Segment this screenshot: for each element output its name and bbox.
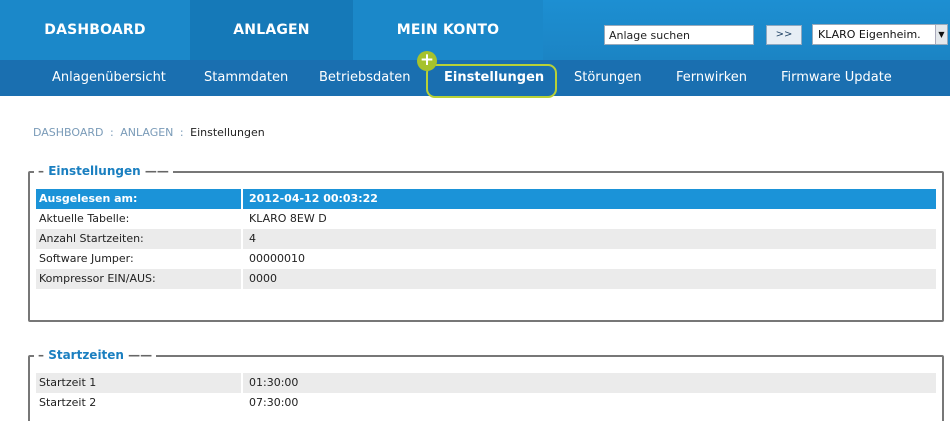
table-row: Startzeit 1 01:30:00 (36, 373, 936, 393)
breadcrumb-separator: : (110, 126, 114, 139)
row-label: Ausgelesen am: (36, 189, 241, 209)
tab-mein-konto[interactable]: MEIN KONTO (353, 0, 543, 60)
einstellungen-table: Ausgelesen am: 2012-04-12 00:03:22 Aktue… (36, 189, 936, 289)
startzeiten-legend: – Startzeiten —— (34, 348, 157, 362)
row-label: Software Jumper: (39, 252, 134, 265)
breadcrumb-current: Einstellungen (190, 126, 265, 139)
startzeiten-table: Startzeit 1 01:30:00 Startzeit 2 07:30:0… (36, 373, 936, 413)
row-value: KLARO 8EW D (249, 212, 327, 225)
table-row: Anzahl Startzeiten: 4 (36, 229, 936, 249)
chevron-down-icon[interactable]: ▼ (935, 25, 947, 44)
row-value: 4 (243, 229, 936, 249)
account-select[interactable]: KLARO Eigenheim. ▼ (812, 24, 948, 45)
row-value: 07:30:00 (249, 396, 299, 409)
row-label: Startzeit 2 (39, 396, 97, 409)
subnav-betriebsdaten[interactable]: Betriebsdaten (319, 60, 411, 96)
row-value: 0000 (243, 269, 936, 289)
startzeiten-panel: – Startzeiten —— Startzeit 1 01:30:00 St… (28, 348, 944, 421)
row-value: 00000010 (249, 252, 305, 265)
table-row: Kompressor EIN/AUS: 0000 (36, 269, 936, 289)
subnav-anlagenuebersicht[interactable]: Anlagenübersicht (52, 60, 166, 96)
subnav-stammdaten[interactable]: Stammdaten (204, 60, 288, 96)
search-button[interactable]: >> (766, 25, 802, 45)
row-label: Kompressor EIN/AUS: (36, 269, 241, 289)
account-select-value: KLARO Eigenheim. (818, 28, 921, 41)
einstellungen-legend: – Einstellungen —— (34, 164, 173, 178)
tab-anlagen[interactable]: ANLAGEN (190, 0, 353, 60)
subnav-fernwirken[interactable]: Fernwirken (676, 60, 747, 96)
row-label: Startzeit 1 (36, 373, 241, 393)
search-input[interactable] (604, 25, 754, 45)
einstellungen-title: Einstellungen (48, 164, 141, 178)
subnav-firmware-update[interactable]: Firmware Update (781, 60, 892, 96)
breadcrumb-anlagen-link[interactable]: ANLAGEN (120, 126, 173, 139)
plus-icon: + (417, 51, 437, 71)
table-row: Ausgelesen am: 2012-04-12 00:03:22 (36, 189, 936, 209)
breadcrumb: DASHBOARD : ANLAGEN : Einstellungen (33, 126, 265, 139)
breadcrumb-dashboard-link[interactable]: DASHBOARD (33, 126, 104, 139)
table-row: Software Jumper: 00000010 (36, 249, 936, 269)
row-value: 01:30:00 (243, 373, 936, 393)
table-row: Startzeit 2 07:30:00 (36, 393, 936, 413)
row-label: Aktuelle Tabelle: (39, 212, 130, 225)
subnav-stoerungen[interactable]: Störungen (574, 60, 642, 96)
row-value: 2012-04-12 00:03:22 (243, 189, 936, 209)
tab-dashboard[interactable]: DASHBOARD (0, 0, 190, 60)
active-tab-highlight (426, 64, 557, 98)
row-label: Anzahl Startzeiten: (36, 229, 241, 249)
table-row: Aktuelle Tabelle: KLARO 8EW D (36, 209, 936, 229)
einstellungen-panel: – Einstellungen —— Ausgelesen am: 2012-0… (28, 164, 944, 322)
startzeiten-title: Startzeiten (48, 348, 124, 362)
breadcrumb-separator: : (179, 126, 184, 139)
